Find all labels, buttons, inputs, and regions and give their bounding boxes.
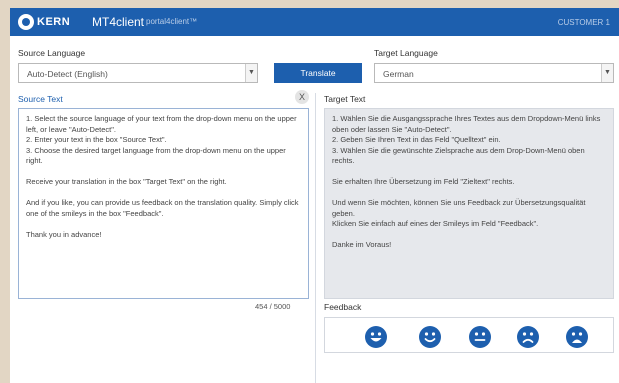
customer-menu[interactable]: CUSTOMER 1 — [558, 18, 610, 27]
target-language-label: Target Language — [374, 48, 438, 58]
happy-smiley-icon[interactable] — [419, 326, 441, 348]
close-icon: X — [298, 92, 305, 102]
chevron-down-icon: ▼ — [245, 64, 257, 82]
source-language-value: Auto-Detect (English) — [27, 69, 108, 79]
feedback-title: Feedback — [324, 302, 362, 312]
source-paragraph: And if you like, you can provide us feed… — [26, 198, 299, 218]
translate-button[interactable]: Translate — [274, 63, 362, 83]
character-counter: 454 / 5000 — [255, 302, 291, 311]
target-paragraph: Danke im Voraus! — [332, 240, 392, 249]
target-paragraph: Und wenn Sie möchten, können Sie uns Fee… — [332, 198, 586, 228]
target-language-select[interactable]: German ▼ — [374, 63, 614, 83]
source-paragraph: Thank you in advance! — [26, 229, 102, 239]
logo-text: KERN — [37, 16, 71, 28]
source-language-label: Source Language — [18, 48, 86, 58]
source-text-title: Source Text — [18, 94, 63, 104]
chevron-down-icon: ▼ — [601, 64, 613, 82]
kern-logo-icon — [18, 14, 34, 30]
header-bar: KERN MT4client portal4client™ CUSTOMER 1 — [10, 8, 619, 36]
target-paragraph: Sie erhalten Ihre Übersetzung im Feld "Z… — [332, 177, 515, 186]
target-language-value: German — [383, 69, 414, 79]
clear-text-button[interactable]: X — [295, 90, 309, 104]
app-name: MT4client — [92, 15, 145, 29]
target-paragraph: 1. Wählen Sie die Ausgangssprache Ihres … — [332, 114, 601, 165]
app-subtitle: portal4client™ — [146, 17, 198, 26]
neutral-smiley-icon[interactable] — [469, 326, 491, 348]
app-window: KERN MT4client portal4client™ CUSTOMER 1… — [10, 8, 619, 383]
source-paragraph: Receive your translation in the box "Tar… — [26, 177, 227, 186]
source-text-input[interactable]: 1. Select the source language of your te… — [18, 108, 309, 299]
sad-smiley-icon[interactable] — [517, 326, 539, 348]
very-sad-smiley-icon[interactable] — [566, 326, 588, 348]
kern-logo: KERN — [18, 14, 70, 30]
column-divider — [315, 93, 316, 383]
source-paragraph: 1. Select the source language of your te… — [26, 114, 297, 165]
target-text-output: 1. Wählen Sie die Ausgangssprache Ihres … — [324, 108, 614, 299]
feedback-panel — [324, 317, 614, 353]
source-language-select[interactable]: Auto-Detect (English) ▼ — [18, 63, 258, 83]
target-text-title: Target Text — [324, 94, 366, 104]
very-happy-smiley-icon[interactable] — [365, 326, 387, 348]
